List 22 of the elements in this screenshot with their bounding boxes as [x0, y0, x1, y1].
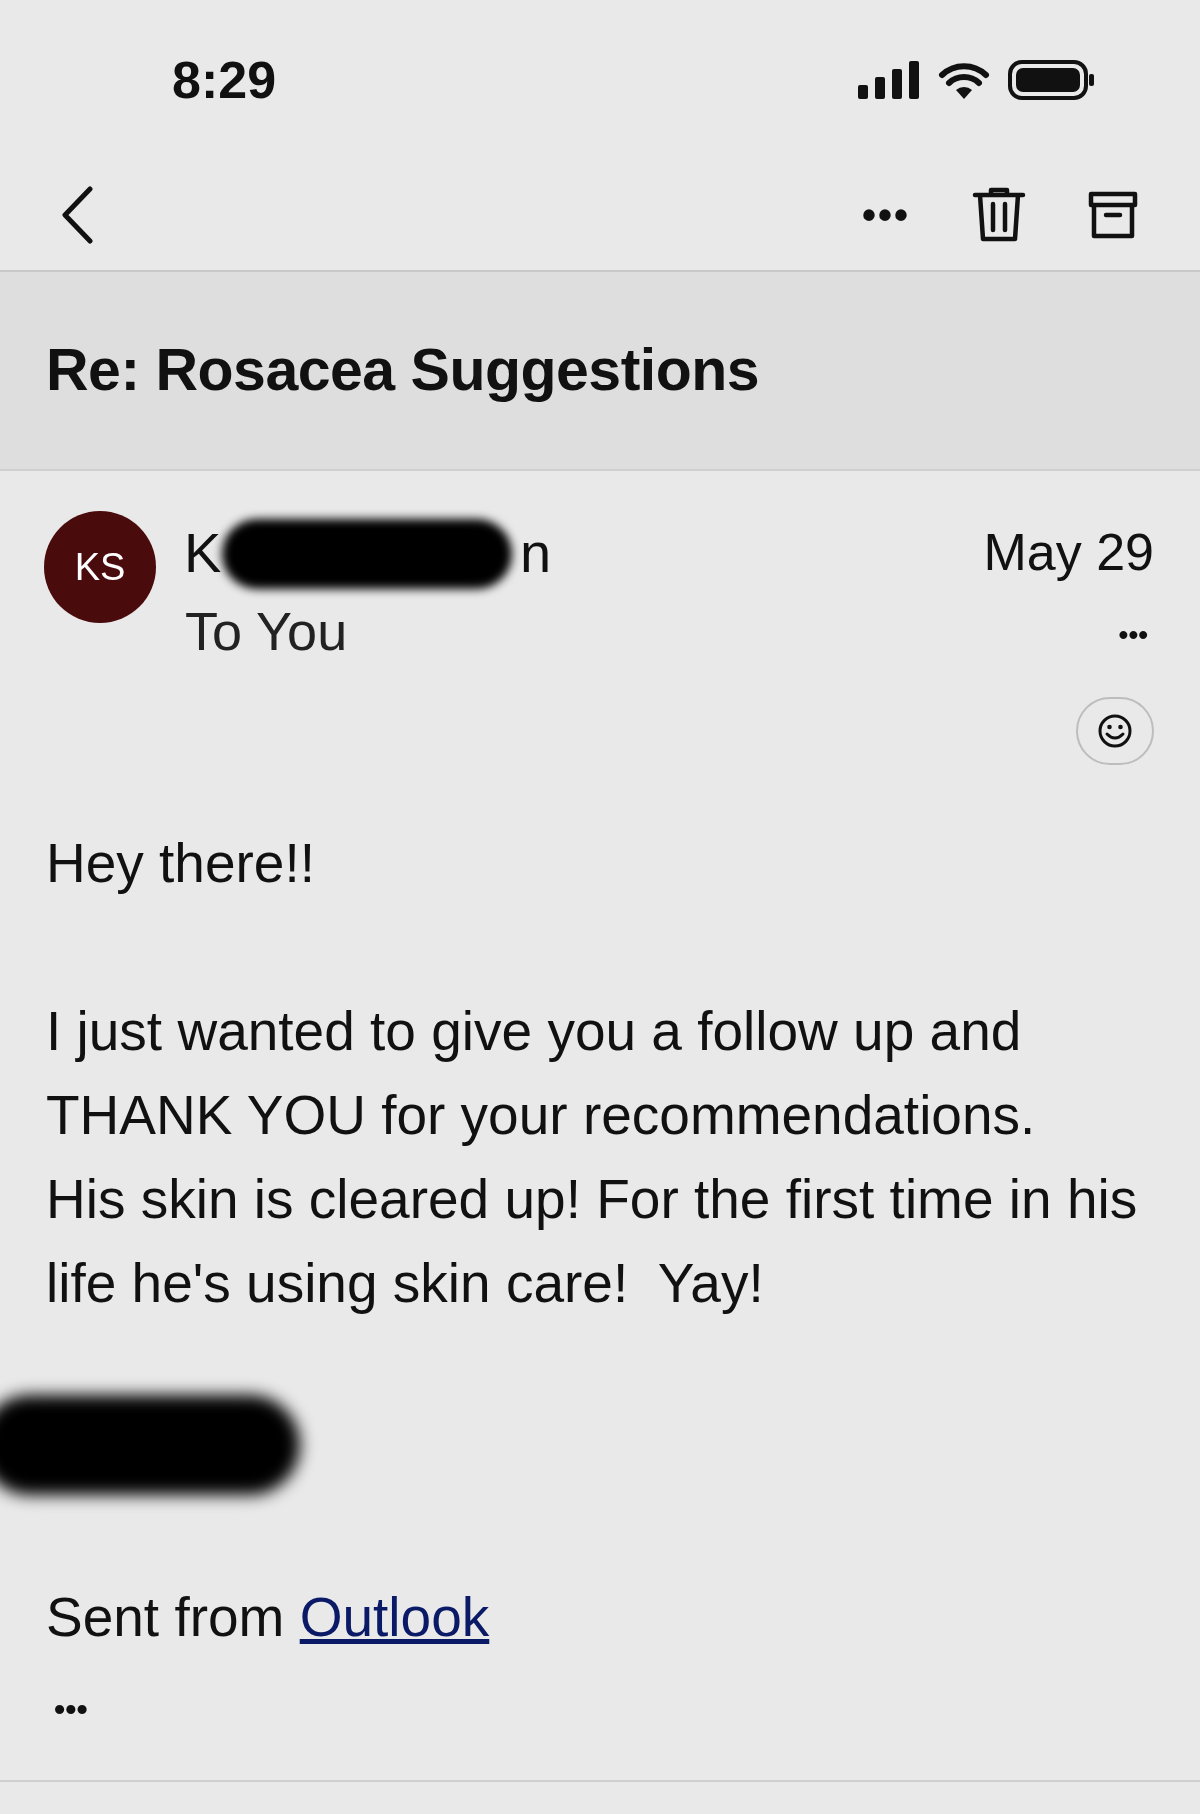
email-subject: Re: Rosacea Suggestions: [46, 336, 760, 406]
greeting-text: Hey there!!: [46, 831, 316, 896]
battery-icon: [1008, 60, 1096, 100]
smiley-icon: [1097, 713, 1133, 749]
signal-icon: [858, 61, 920, 99]
more-button[interactable]: •••: [1118, 621, 1148, 649]
back-button[interactable]: [60, 186, 94, 244]
sender-name: K: [184, 520, 222, 586]
archive-button[interactable]: [1088, 190, 1138, 240]
status-time: 8:29: [172, 50, 277, 111]
wifi-icon: [938, 61, 990, 99]
outlook-link[interactable]: Outlook: [299, 1586, 490, 1648]
avatar: KS: [44, 511, 156, 623]
more-button[interactable]: •••: [862, 185, 910, 245]
message-body: I just wanted to give you a follow up and THANK YOU for your recommendations. His skin is cleared up! For the first time in his life he's using skin care! Yay!: [46, 999, 1139, 1316]
show-more-button[interactable]: •••: [54, 1685, 88, 1733]
recipient-label: To You: [185, 600, 348, 663]
trash-button[interactable]: [972, 187, 1026, 243]
email-date: May 29: [983, 522, 1154, 583]
signature-text: Sent from Outlook: [46, 1585, 491, 1650]
sender-name: n: [520, 520, 552, 586]
reaction-button[interactable]: [1076, 697, 1154, 765]
